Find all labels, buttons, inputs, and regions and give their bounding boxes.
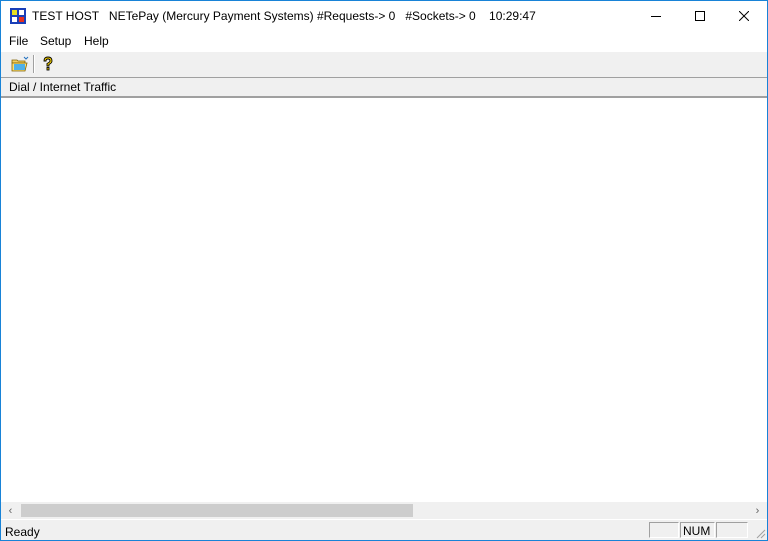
menu-bar: File Setup Help xyxy=(1,31,767,51)
menu-help[interactable]: Help xyxy=(84,34,109,48)
help-icon xyxy=(43,56,53,71)
open-folder-icon xyxy=(11,56,29,72)
minimize-icon xyxy=(651,16,661,17)
maximize-icon xyxy=(695,11,705,21)
status-text: Ready xyxy=(5,525,40,539)
close-icon xyxy=(739,11,749,21)
toolbar-separator xyxy=(33,55,35,73)
open-button[interactable] xyxy=(9,54,31,74)
status-pane-scrl xyxy=(716,522,748,538)
close-button[interactable] xyxy=(721,1,767,31)
maximize-button[interactable] xyxy=(677,1,723,31)
traffic-log-area[interactable] xyxy=(1,98,767,502)
window-title: TEST HOST NETePay (Mercury Payment Syste… xyxy=(32,9,536,23)
app-icon[interactable] xyxy=(10,8,26,24)
menu-file[interactable]: File xyxy=(9,34,28,48)
traffic-header-label: Dial / Internet Traffic xyxy=(9,80,117,94)
resize-grip-icon[interactable] xyxy=(754,527,766,539)
chevron-left-icon: ‹ xyxy=(8,504,13,517)
help-button[interactable] xyxy=(37,54,59,74)
minimize-button[interactable] xyxy=(633,1,679,31)
status-pane-num: NUM xyxy=(680,522,715,538)
scroll-left-button[interactable]: ‹ xyxy=(2,502,19,519)
app-window: TEST HOST NETePay (Mercury Payment Syste… xyxy=(0,0,768,541)
status-pane-caps xyxy=(649,522,679,538)
horizontal-scrollbar[interactable]: ‹ › xyxy=(1,502,767,519)
menu-setup[interactable]: Setup xyxy=(40,34,71,48)
traffic-header: Dial / Internet Traffic xyxy=(1,78,767,98)
title-bar[interactable]: TEST HOST NETePay (Mercury Payment Syste… xyxy=(1,1,767,31)
scroll-right-button[interactable]: › xyxy=(749,502,766,519)
chevron-right-icon: › xyxy=(755,504,760,517)
scroll-thumb[interactable] xyxy=(21,504,413,517)
toolbar xyxy=(1,51,767,78)
status-bar: Ready NUM xyxy=(1,520,767,540)
